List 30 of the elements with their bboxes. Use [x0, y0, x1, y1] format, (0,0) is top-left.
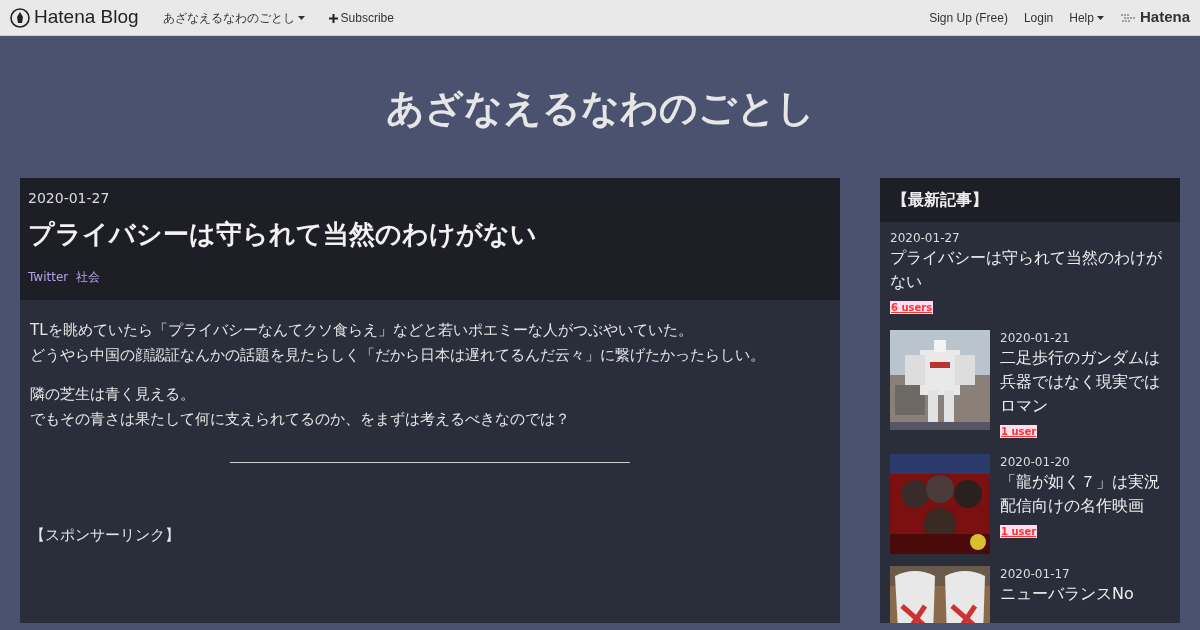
subscribe-link[interactable]: Subscribe [328, 8, 394, 27]
body-text: どうやら中国の顔認証なんかの話題を見たらしく「だから日本は遅れてるんだ云々」に繋げたかったらしい。 [30, 344, 766, 366]
entry-title[interactable]: 「龍が如く７」は実況配信向けの名作映画 [1000, 469, 1170, 518]
wave-icon [1119, 12, 1136, 23]
entry-date: 2020-01-17 [1000, 565, 1071, 582]
nav-link[interactable]: Help [1069, 8, 1104, 27]
body-text: でもその青さは果たして何に支えられてるのか、をまずは考えるべきなのでは？ [30, 408, 571, 430]
sidebar-title: 【最新記事】 [880, 177, 1180, 222]
nav-link[interactable]: Login [1023, 8, 1054, 27]
sponsor-label: 【スポンサーリンク】 [30, 524, 181, 546]
entry-date: 2020-01-20 [1000, 453, 1071, 470]
plus-icon [328, 13, 338, 23]
entry-title[interactable]: プライバシーは守られて当然のわけがない [890, 245, 1170, 294]
hatena-logo[interactable]: Hatena [1119, 6, 1190, 29]
body-text: TLを眺めていたら「プライバシーなんてクソ食らえ」などと若いポエミーな人がつぶやいていた。 [30, 319, 694, 341]
entry-date: 2020-01-27 [890, 229, 961, 246]
article-date: 2020-01-27 [28, 188, 111, 208]
blog-title[interactable]: あざなえるなわのごとし [0, 36, 1200, 178]
nav-link[interactable]: Sign Up (Free) [929, 8, 1008, 27]
entry-title[interactable]: ニューバランスNo [1000, 581, 1134, 606]
entry-title[interactable]: 二足歩行のガンダムは兵器ではなく現実ではロマン [1000, 345, 1170, 418]
pen-nib-icon [10, 7, 30, 28]
category-link[interactable]: 社会 [76, 269, 101, 284]
hatena-blog-link[interactable]: Hatena Blog [10, 3, 139, 32]
caret-icon [297, 15, 305, 21]
entry-date: 2020-01-21 [1000, 329, 1071, 346]
blog-menu[interactable]: あざなえるなわのごとし [162, 8, 305, 27]
body-text: 隣の芝生は青く見える。 [30, 383, 196, 405]
category-link[interactable]: Twitter [28, 269, 69, 284]
article-title[interactable]: プライバシーは守られて当然のわけがない [28, 214, 832, 254]
